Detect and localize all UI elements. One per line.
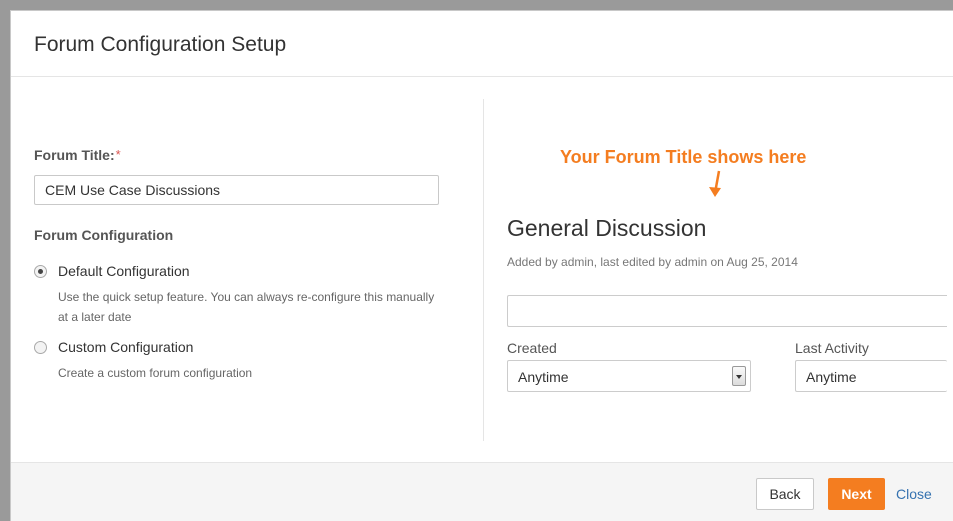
custom-configuration-description: Create a custom forum configuration [58,366,253,380]
close-link[interactable]: Close [896,486,932,502]
last-activity-filter-select: Anytime [795,360,947,392]
dialog-title: Forum Configuration Setup [34,33,287,56]
preview-discussion-title: General Discussion [507,215,707,241]
forum-configuration-heading: Forum Configuration [34,227,174,243]
forum-title-label-text: Forum Title: [34,147,115,163]
default-configuration-radio[interactable] [34,264,47,278]
dialog-footer: Back Next Close [11,462,953,521]
dialog-header: Forum Configuration Setup [11,11,953,77]
default-configuration-label[interactable]: Default Configuration [58,263,190,279]
default-configuration-option[interactable]: Default Configuration [34,263,454,279]
default-configuration-description: Use the quick setup feature. You can alw… [58,290,435,324]
last-activity-filter-label: Last Activity [795,340,869,356]
arrow-down-icon [709,170,721,197]
config-form: Forum Title:* Forum Configuration Defaul… [34,147,454,383]
created-filter-label: Created [507,340,557,356]
dialog-body: Forum Title:* Forum Configuration Defaul… [11,77,953,462]
forum-title-label: Forum Title:* [34,147,454,165]
required-marker: * [115,147,121,162]
column-divider [483,99,484,441]
forum-setup-dialog: Forum Configuration Setup Forum Title:* … [10,10,953,521]
preview-meta: Added by admin, last edited by admin on … [507,255,798,269]
next-button[interactable]: Next [828,478,885,510]
back-button[interactable]: Back [756,478,814,510]
custom-configuration-label[interactable]: Custom Configuration [58,339,193,355]
custom-configuration-radio[interactable] [34,340,47,354]
custom-configuration-option[interactable]: Custom Configuration [34,339,454,355]
chevron-down-icon [732,366,746,386]
created-filter-select: Anytime [507,360,751,392]
forum-title-input[interactable] [34,175,439,205]
preview-search-input [507,295,947,327]
created-filter-value: Anytime [518,369,569,385]
preview-annotation: Your Forum Title shows here [560,147,807,167]
last-activity-filter-value: Anytime [806,369,857,385]
